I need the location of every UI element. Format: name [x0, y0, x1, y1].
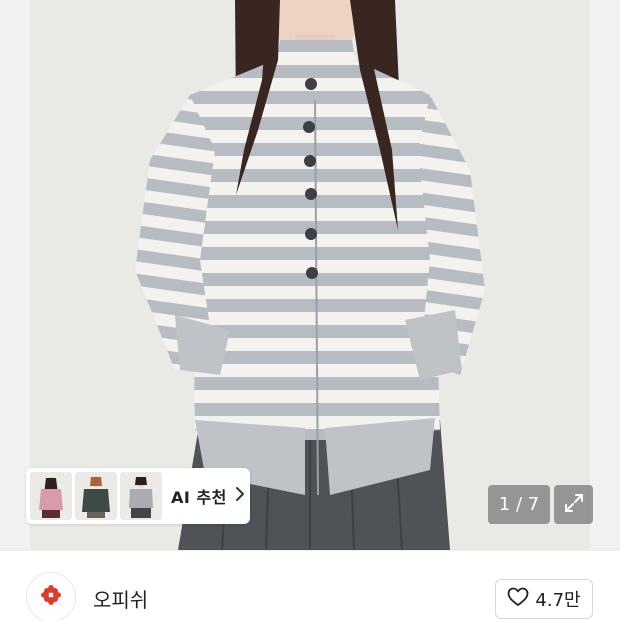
product-page: AI 추천 1 / 7 오피쉬 4.7만	[0, 0, 620, 620]
recommend-thumbnail-1[interactable]	[30, 472, 72, 520]
chevron-right-icon	[235, 486, 245, 506]
ai-recommend-label: AI 추천	[171, 488, 227, 507]
brand-bar: 오피쉬 4.7만	[0, 550, 620, 620]
heart-outline-icon	[507, 587, 529, 611]
brand-name[interactable]: 오피쉬	[93, 584, 148, 613]
image-counter: 1 / 7	[488, 485, 550, 524]
recommend-thumbnail-3[interactable]	[120, 472, 162, 520]
ai-recommend-button[interactable]: AI 추천	[26, 468, 250, 524]
like-count: 4.7만	[535, 590, 581, 611]
brand-logo[interactable]	[26, 572, 76, 620]
expand-icon	[563, 492, 585, 518]
expand-button[interactable]	[554, 485, 593, 524]
recommend-thumbnail-2[interactable]	[75, 472, 117, 520]
gray-jacket-look-icon	[120, 472, 162, 520]
pink-knit-look-icon	[30, 472, 72, 520]
like-button[interactable]: 4.7만	[495, 579, 593, 619]
green-jacket-look-icon	[75, 472, 117, 520]
flower-logo-icon	[40, 584, 62, 610]
